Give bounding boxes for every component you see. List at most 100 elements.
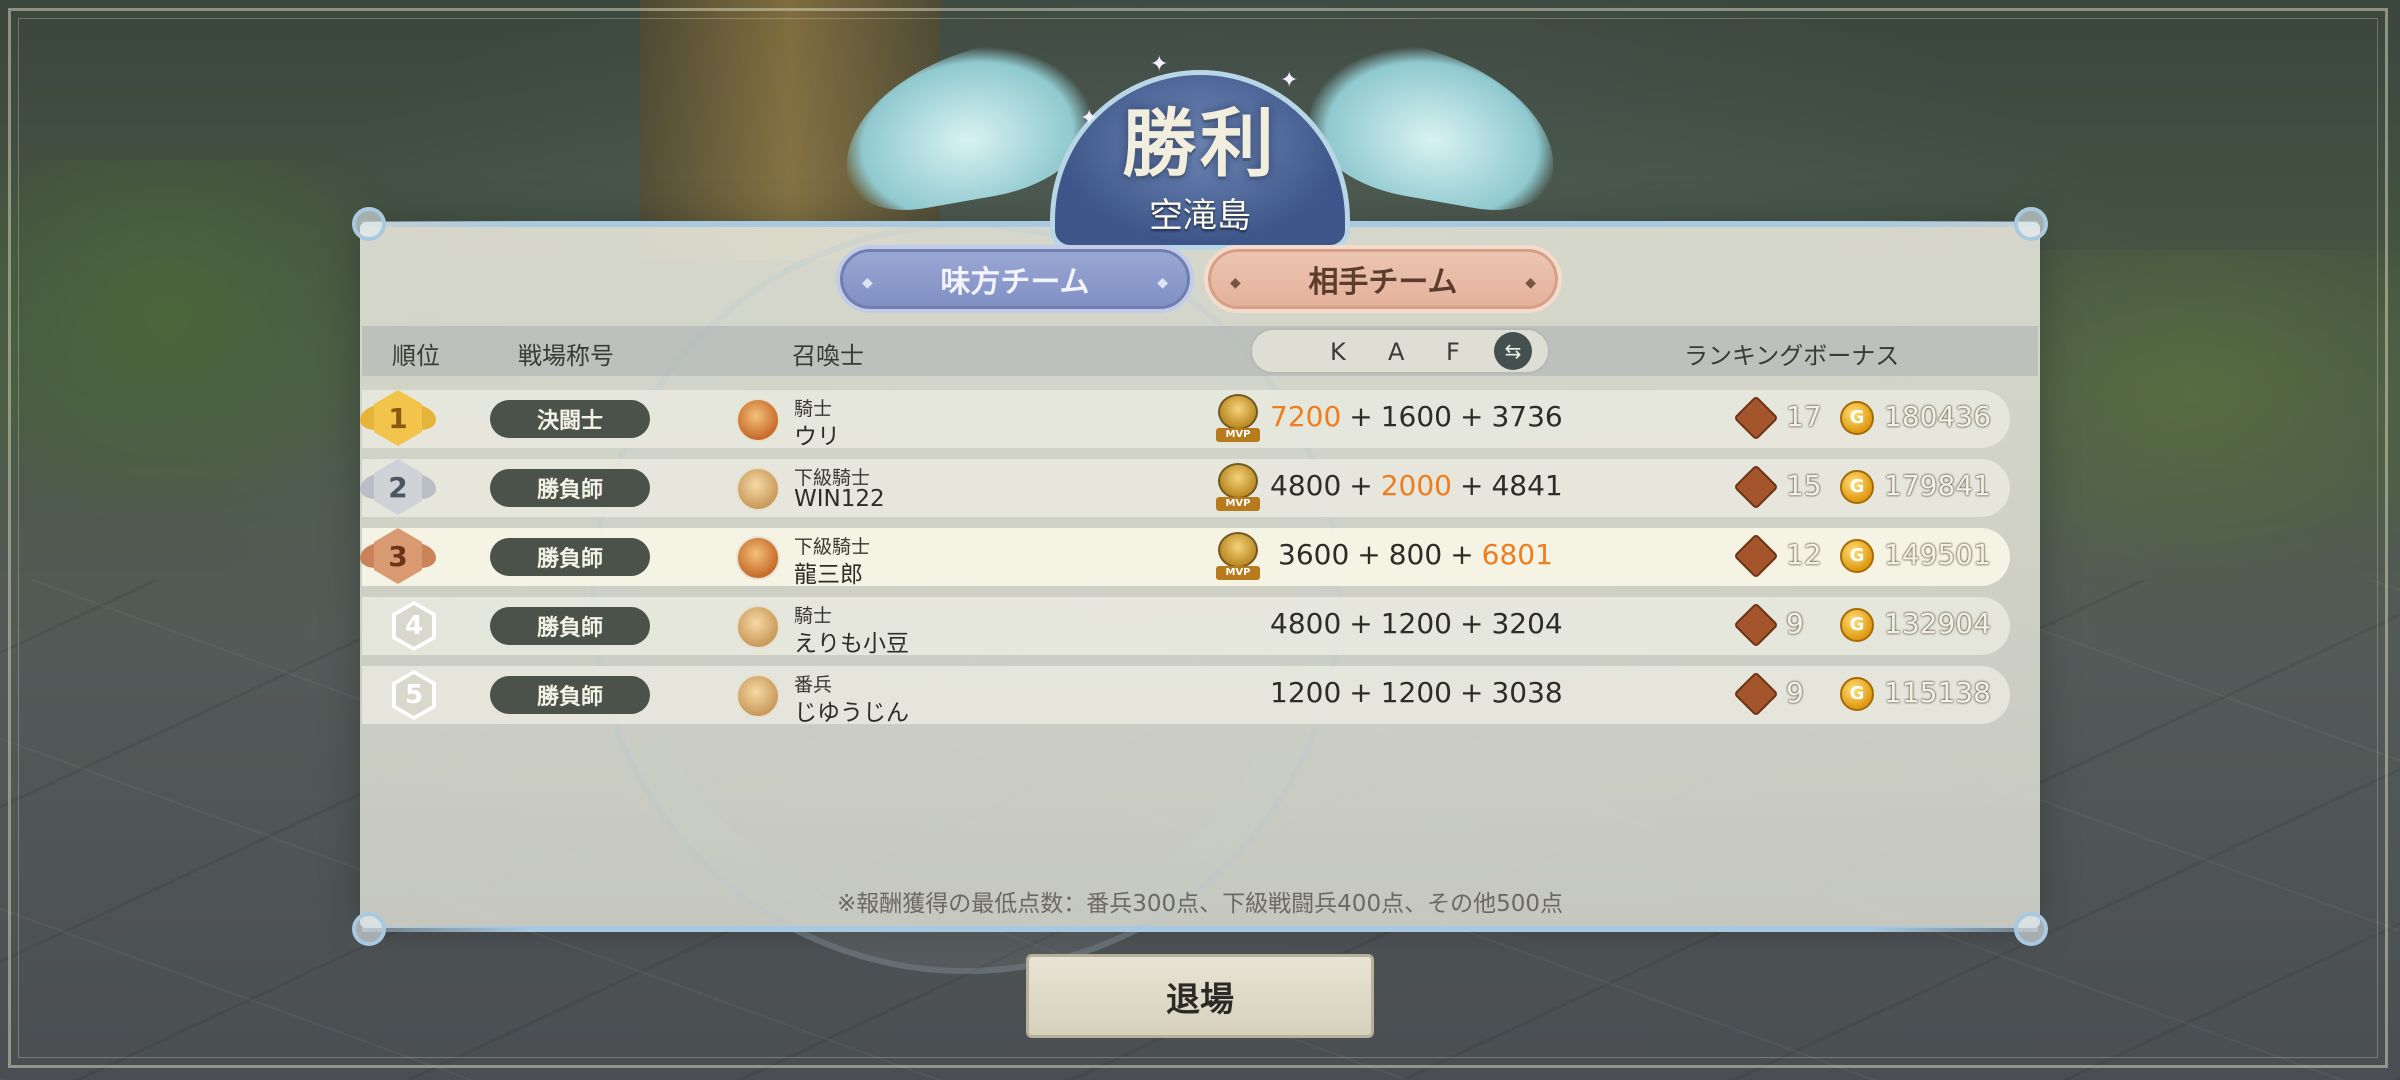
rank-medal-gold: 1 [360,390,436,452]
ticket-icon [1733,464,1779,510]
ticket-count: 9 [1786,607,1804,640]
ticket-count: 9 [1786,676,1804,709]
assist-score: 1600 [1380,400,1452,433]
ticket-count: 17 [1786,400,1822,433]
kaf-score: 3600 +800 +6801 [1278,538,1553,571]
coin-amount: 132904 [1884,607,1991,640]
kill-score: 4800 [1270,469,1342,502]
field-score: 3736 [1491,400,1563,433]
player-name: えりも小豆 [794,631,909,657]
rank-badge: 4 [392,601,436,651]
tab-enemy-label: 相手チーム [1308,265,1458,300]
mvp-crest-icon [1218,463,1258,499]
player-name: じゆうじん [794,700,909,726]
rank-medal-bronze: 3 [360,528,436,590]
coin-amount: 149501 [1884,538,1991,571]
mvp-crown-icon: MVP [1216,394,1260,444]
kaf-score: 7200 +1600 +3736 [1270,400,1563,433]
ticket-count: 12 [1786,538,1822,571]
avatar[interactable] [736,398,780,442]
coin-amount: 179841 [1884,469,1991,502]
avatar[interactable] [736,467,780,511]
field-score: 4841 [1491,469,1563,502]
rule-end-ornament [352,207,386,241]
table-row: 1 決闘士 騎士 ウリ MVP 7200 +1600 +3736 17 G 1804… [360,390,2010,450]
swap-icon[interactable]: ⇆ [1494,332,1532,370]
kill-score: 3600 [1278,538,1350,571]
mvp-tag: MVP [1216,566,1260,580]
map-name: 空滝島 [1149,196,1251,236]
column-title: 戦場称号 [518,342,614,370]
ticket-icon [1733,395,1779,441]
title-badge: 勝負師 [490,607,650,645]
title-badge: 勝負師 [490,676,650,714]
assist-score: 1200 [1380,676,1452,709]
kaf-score: 1200 +1200 +3038 [1270,676,1563,709]
player-name: WIN122 [794,486,885,512]
tab-ornament-icon: ◆ [1230,275,1241,291]
kill-score: 1200 [1270,676,1342,709]
kill-score: 4800 [1270,607,1342,640]
table-row: 2 勝負師 下級騎士 WIN122 MVP 4800 +2000 +4841 15 … [360,459,2010,517]
rank-number: 1 [374,390,422,446]
rank-badge: 5 [392,670,436,720]
column-header-row: 順位 戦場称号 召喚士 ランキングボーナス [362,326,2038,376]
rank-number: 2 [374,459,422,515]
assist-score: 2000 [1380,469,1452,502]
table-row: 5 勝負師 番兵 じゆうじん 1200 +1200 +3038 9 G 115138 [362,666,2010,726]
ticket-icon [1733,533,1779,579]
gold-coin-icon: G [1840,677,1874,711]
field-score: 3038 [1491,676,1563,709]
rule-end-ornament [2014,207,2048,241]
tab-enemy-team[interactable]: ◆ 相手チーム ◆ [1204,245,1562,313]
tab-ally-team[interactable]: ◆ 味方チーム ◆ [836,245,1194,313]
panel-bottom-rule [352,912,2048,946]
tab-ornament-icon: ◆ [1157,275,1168,291]
mvp-crest-icon [1218,532,1258,568]
ticket-icon [1733,671,1779,717]
field-score: 3204 [1491,607,1563,640]
title-badge: 勝負師 [490,469,650,507]
kill-score: 7200 [1270,400,1342,433]
column-ranking-bonus: ランキングボーナス [1684,342,1900,370]
assist-score: 1200 [1380,607,1452,640]
title-badge: 勝負師 [490,538,650,576]
rank-medal-silver: 2 [360,459,436,521]
gold-coin-icon: G [1840,539,1874,573]
tab-ornament-icon: ◆ [1525,275,1536,291]
ticket-count: 15 [1786,469,1822,502]
ticket-icon [1733,602,1779,648]
player-name: 龍三郎 [794,562,863,588]
column-k: K [1330,338,1346,366]
gold-coin-icon: G [1840,401,1874,435]
exit-button[interactable]: 退場 [1026,954,1374,1038]
mvp-tag: MVP [1216,428,1260,442]
coin-amount: 180436 [1884,400,1991,433]
tab-ally-label: 味方チーム [940,265,1090,300]
column-a: A [1388,338,1405,366]
avatar[interactable] [736,605,780,649]
victory-crest: ✦ ✦ ✦ 勝利 空滝島 [828,20,1572,250]
kaf-score: 4800 +2000 +4841 [1270,469,1563,502]
result-screen: ✦ ✦ ✦ 勝利 空滝島 ◆ 味方チーム ◆ ◆ 相手チーム ◆ 順位 戦場称号… [0,0,2400,1080]
mvp-crest-icon [1218,394,1258,430]
title-badge: 決闘士 [490,400,650,438]
reward-threshold-note: ※報酬獲得の最低点数：番兵300点、下級戦闘兵400点、その他500点 [837,891,1563,917]
gold-coin-icon: G [1840,470,1874,504]
mvp-star-icon: MVP [1216,463,1260,513]
table-row-highlighted: 3 勝負師 下級騎士 龍三郎 MVP 3600 +800 +6801 12 G 14… [360,528,2010,588]
avatar[interactable] [736,536,780,580]
sparkle-icon: ✦ [1150,52,1169,77]
victory-title: 勝利 [1122,101,1278,187]
table-row: 4 勝負師 騎士 えりも小豆 4800 +1200 +3204 9 G 132904 [362,597,2010,657]
column-f: F [1446,338,1460,366]
coin-amount: 115138 [1884,676,1991,709]
field-score: 6801 [1481,538,1553,571]
tab-ornament-icon: ◆ [862,275,873,291]
kaf-score: 4800 +1200 +3204 [1270,607,1563,640]
rank-number: 5 [396,674,432,716]
column-rank: 順位 [392,342,440,370]
gold-coin-icon: G [1840,608,1874,642]
avatar[interactable] [736,674,780,718]
rank-number: 3 [374,528,422,584]
